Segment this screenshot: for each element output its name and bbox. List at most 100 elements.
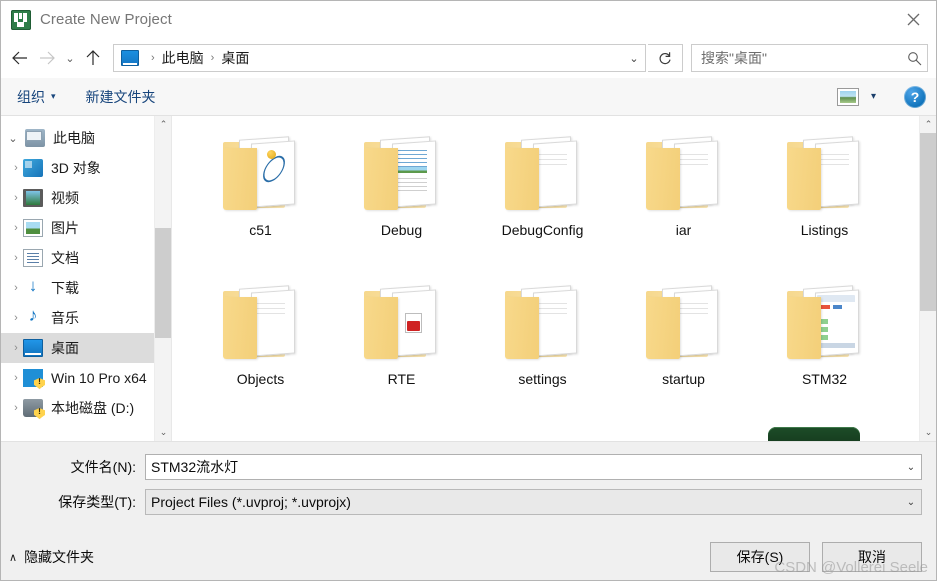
cancel-button[interactable]: 取消 <box>822 542 922 572</box>
chevron-right-icon[interactable]: › <box>9 312 23 324</box>
file-name-label: STM32 <box>801 371 848 387</box>
close-button[interactable] <box>890 1 936 38</box>
breadcrumb-item-1[interactable]: 桌面 <box>220 48 250 68</box>
chevron-down-icon[interactable]: ⌄ <box>1 132 25 145</box>
file-item[interactable]: c51 <box>190 130 331 279</box>
file-scroll-thumb[interactable] <box>920 133 936 311</box>
local-disk-icon <box>23 399 45 419</box>
breadcrumb-separator-0: › <box>151 52 155 64</box>
chevron-right-icon[interactable]: › <box>9 402 23 414</box>
file-item[interactable]: STM32 <box>754 279 895 428</box>
filetype-label: 保存类型(T): <box>58 494 136 510</box>
file-item[interactable]: startup <box>613 279 754 428</box>
window-title: Create New Project <box>40 11 172 28</box>
sidebar-item-label: 音乐 <box>51 310 79 326</box>
file-item[interactable]: Listings <box>754 130 895 279</box>
forward-button[interactable] <box>33 43 61 73</box>
recent-locations-button[interactable]: ⌄ <box>61 43 79 73</box>
back-button[interactable] <box>5 43 33 73</box>
search-input[interactable]: 搜索"桌面" <box>692 48 901 68</box>
view-options-icon[interactable] <box>836 87 859 106</box>
file-item[interactable]: settings <box>472 279 613 428</box>
file-item[interactable]: DebugConfig <box>472 130 613 279</box>
folder-front <box>363 148 398 210</box>
folder-front <box>222 297 257 359</box>
dialog-footer: ∧ 隐藏文件夹 保存(S) 取消 CSDN @Vollerei Seele <box>1 534 936 580</box>
folder-front <box>504 148 539 210</box>
file-item[interactable]: iar <box>613 130 754 279</box>
filename-input[interactable]: STM32流水灯 <box>146 457 901 477</box>
chevron-right-icon[interactable]: › <box>9 222 23 234</box>
sidebar-item-6[interactable]: › 音乐 <box>1 303 171 333</box>
sidebar-item-2[interactable]: › 视频 <box>1 183 171 213</box>
file-scroll-down-icon[interactable]: ⌄ <box>920 424 936 441</box>
filename-row: 文件名(N): STM32流水灯 ⌄ <box>1 454 936 480</box>
file-item[interactable]: Objects <box>190 279 331 428</box>
file-item[interactable]: RTE <box>331 279 472 428</box>
sidebar-scroll-up-icon[interactable]: ⌃ <box>155 116 171 133</box>
command-bar: 组织 ▾ 新建文件夹 ▾ ? <box>1 78 936 116</box>
file-name-label: Listings <box>800 222 849 238</box>
filetype-dropdown-icon[interactable]: ⌄ <box>901 490 921 514</box>
help-button[interactable]: ? <box>904 85 926 108</box>
search-box[interactable]: 搜索"桌面" <box>691 44 928 72</box>
search-icon <box>901 51 927 66</box>
chevron-right-icon[interactable]: › <box>9 372 23 384</box>
file-list-scrollbar[interactable]: ⌃ ⌄ <box>919 116 936 441</box>
file-scroll-up-icon[interactable]: ⌃ <box>920 116 936 133</box>
desktop-icon <box>121 50 139 66</box>
desktop-icon <box>23 339 43 357</box>
warning-shield-icon <box>34 378 45 389</box>
folder-preview <box>535 295 573 349</box>
filetype-value: Project Files (*.uvproj; *.uvprojx) <box>151 494 351 510</box>
address-bar[interactable]: › 此电脑 › 桌面 ⌄ <box>113 44 646 72</box>
folder-preview <box>253 146 291 200</box>
folder-preview <box>676 146 714 200</box>
file-name-label: RTE <box>387 371 416 387</box>
filetype-combo[interactable]: Project Files (*.uvproj; *.uvprojx) ⌄ <box>145 489 922 515</box>
folder-icon <box>781 134 869 212</box>
sidebar-item-7[interactable]: › 桌面 <box>1 333 171 363</box>
filename-dropdown-icon[interactable]: ⌄ <box>901 455 921 479</box>
breadcrumb-item-0[interactable]: 此电脑 <box>161 48 205 68</box>
folder-front <box>363 297 398 359</box>
file-name-label: Debug <box>380 222 423 238</box>
sidebar-scroll-thumb[interactable] <box>155 228 171 338</box>
file-name-label: settings <box>518 371 567 387</box>
folder-icon <box>217 134 305 212</box>
sidebar-scrollbar[interactable]: ⌃ ⌄ <box>154 116 171 441</box>
folder-icon <box>640 283 728 361</box>
save-button[interactable]: 保存(S) <box>710 542 810 572</box>
sidebar-item-1[interactable]: › 3D 对象 <box>1 153 171 183</box>
sidebar-item-4[interactable]: › 文档 <box>1 243 171 273</box>
new-folder-button[interactable]: 新建文件夹 <box>86 87 156 107</box>
arrow-left-icon <box>11 51 27 65</box>
breadcrumb-dropdown-caret[interactable]: ⌄ <box>623 52 645 65</box>
file-item[interactable]: Debug <box>331 130 472 279</box>
folder-front <box>645 297 680 359</box>
refresh-button[interactable] <box>648 44 683 72</box>
filename-combo[interactable]: STM32流水灯 ⌄ <box>145 454 922 480</box>
organize-button[interactable]: 组织 ▾ <box>17 87 56 107</box>
arrow-up-icon <box>86 50 100 65</box>
folder-icon <box>781 283 869 361</box>
chevron-right-icon[interactable]: › <box>9 162 23 174</box>
sidebar-scroll-down-icon[interactable]: ⌄ <box>155 424 171 441</box>
sidebar-item-0[interactable]: ⌄ 此电脑 <box>1 123 171 153</box>
music-icon <box>23 305 43 327</box>
hide-folders-toggle[interactable]: ∧ 隐藏文件夹 <box>9 547 94 567</box>
sidebar-item-9[interactable]: › 本地磁盘 (D:) <box>1 393 171 423</box>
sidebar-item-8[interactable]: › Win 10 Pro x64 <box>1 363 171 393</box>
folder-front <box>786 297 821 359</box>
up-button[interactable] <box>79 43 107 73</box>
arrow-right-icon <box>39 51 55 65</box>
sidebar-item-5[interactable]: › 下载 <box>1 273 171 303</box>
sidebar-item-3[interactable]: › 图片 <box>1 213 171 243</box>
chevron-right-icon[interactable]: › <box>9 282 23 294</box>
chevron-right-icon[interactable]: › <box>9 252 23 264</box>
view-options-caret-icon[interactable]: ▾ <box>871 91 876 102</box>
chevron-right-icon[interactable]: › <box>9 192 23 204</box>
title-bar: Create New Project <box>1 1 936 38</box>
chevron-right-icon[interactable]: › <box>9 342 23 354</box>
keil-uvision-icon <box>11 9 31 30</box>
